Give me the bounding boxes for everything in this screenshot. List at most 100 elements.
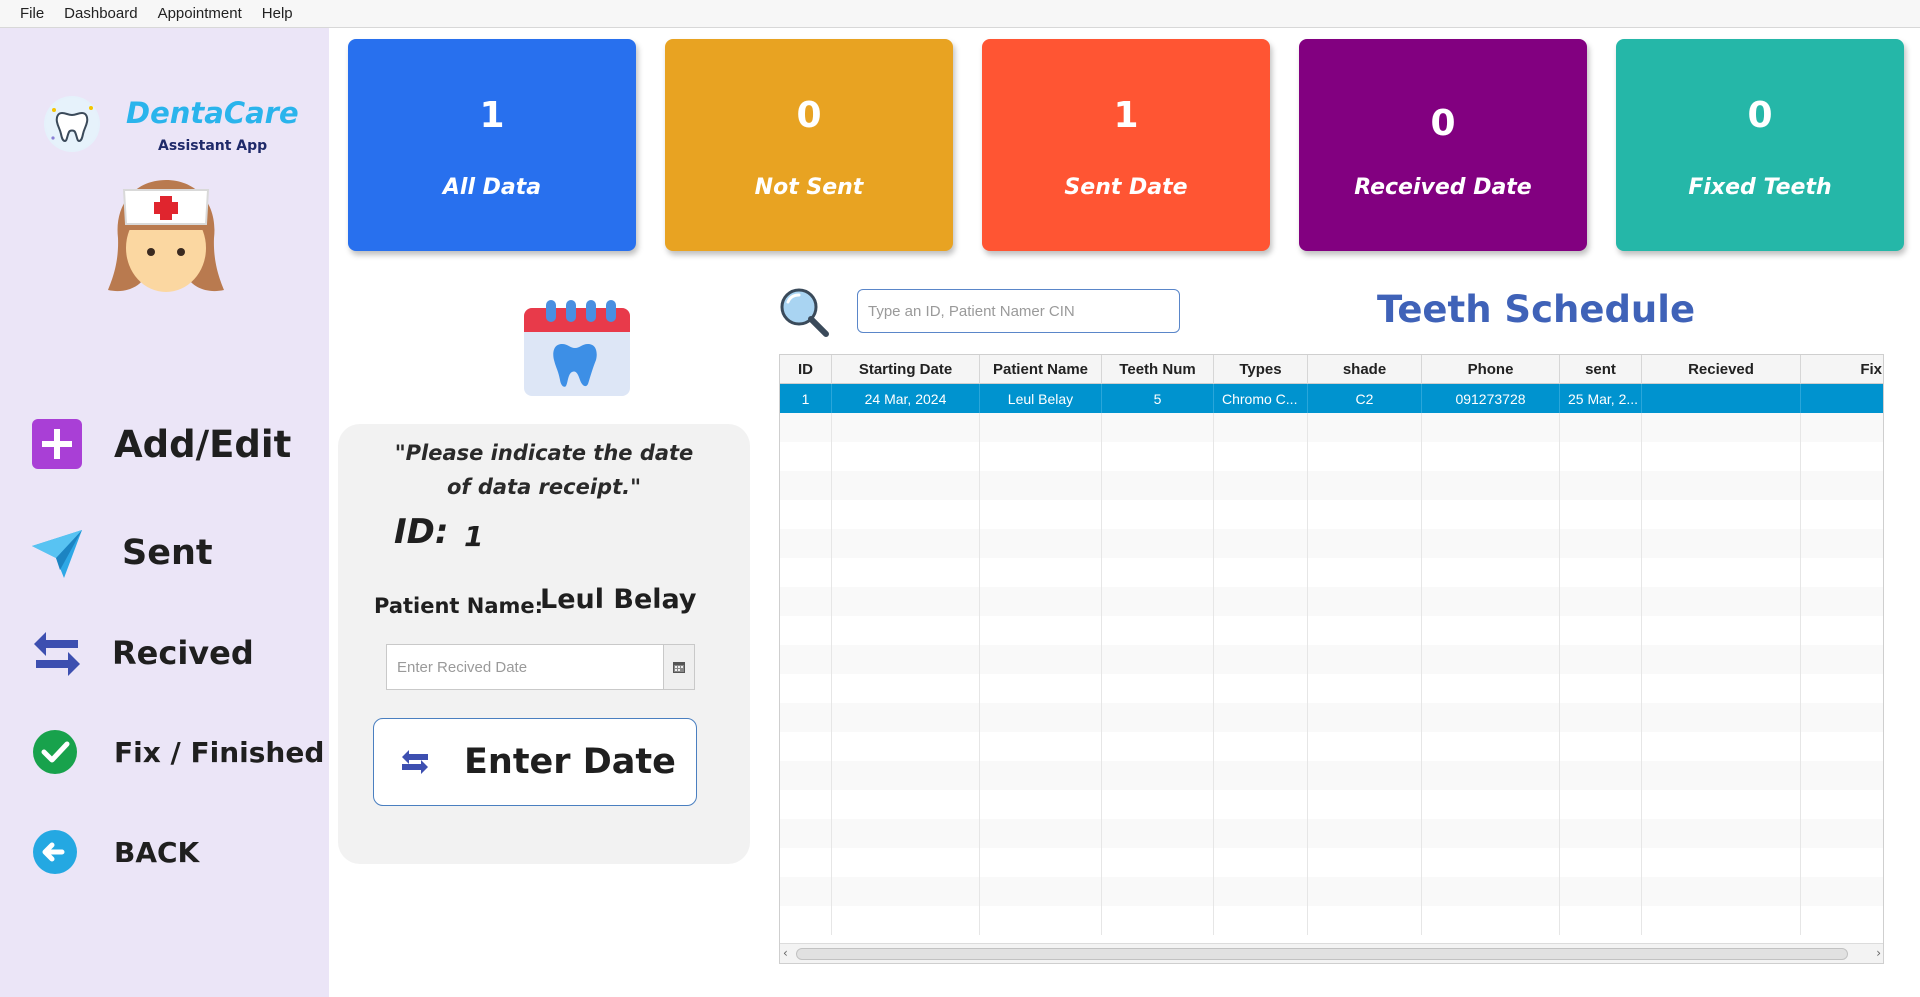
app-window: File Dashboard Appointment Help DentaCar… — [0, 0, 1920, 997]
table-cell — [1214, 761, 1308, 790]
sidebar-item-back[interactable]: BACK — [30, 822, 320, 882]
table-cell — [780, 819, 832, 848]
table-cell — [980, 906, 1102, 935]
table-cell — [1214, 587, 1308, 616]
table-cell — [780, 645, 832, 674]
table-cell — [1560, 906, 1642, 935]
sidebar-item-add-edit[interactable]: Add/Edit — [30, 414, 320, 474]
table-cell — [1102, 761, 1214, 790]
table-cell — [832, 616, 980, 645]
empty-table-row — [780, 645, 1883, 674]
table-cell — [1214, 877, 1308, 906]
table-cell — [832, 645, 980, 674]
horizontal-scrollbar[interactable]: ‹ › — [780, 943, 1883, 963]
column-header[interactable]: Patient Name — [980, 355, 1102, 384]
table-cell — [1560, 761, 1642, 790]
menu-file[interactable]: File — [10, 0, 54, 28]
table-cell — [1422, 442, 1560, 471]
card-received-date[interactable]: 0 Received Date — [1299, 39, 1587, 251]
enter-date-button[interactable]: Enter Date — [373, 718, 697, 806]
table-cell: 1 — [780, 384, 832, 413]
table-cell — [980, 819, 1102, 848]
id-label: ID: — [394, 512, 449, 552]
sidebar-item-recived[interactable]: Recived — [30, 623, 320, 683]
column-header[interactable]: Fix — [1801, 355, 1883, 384]
table-cell — [1214, 906, 1308, 935]
scrollbar-thumb[interactable] — [796, 948, 1848, 960]
column-header[interactable]: Recieved — [1642, 355, 1801, 384]
table-cell — [1642, 674, 1801, 703]
table-cell — [1214, 558, 1308, 587]
table-cell — [832, 587, 980, 616]
table-cell — [1560, 848, 1642, 877]
menu-dashboard[interactable]: Dashboard — [54, 0, 147, 28]
table-cell — [1801, 442, 1883, 471]
menu-appointment[interactable]: Appointment — [148, 0, 252, 28]
table-cell — [1102, 790, 1214, 819]
scroll-left-icon[interactable]: ‹ — [783, 946, 788, 960]
date-picker-button[interactable] — [663, 644, 695, 690]
column-header[interactable]: Starting Date — [832, 355, 980, 384]
card-sent-date[interactable]: 1 Sent Date — [982, 39, 1270, 251]
sidebar-item-sent[interactable]: Sent — [30, 523, 320, 583]
table-cell — [832, 703, 980, 732]
table-cell — [1422, 558, 1560, 587]
table-cell — [980, 790, 1102, 819]
column-header[interactable]: sent — [1560, 355, 1642, 384]
card-all-data[interactable]: 1 All Data — [348, 39, 636, 251]
table-cell — [832, 819, 980, 848]
table-cell — [1801, 703, 1883, 732]
table-cell — [1560, 442, 1642, 471]
column-header[interactable]: Phone — [1422, 355, 1560, 384]
table-cell — [1308, 848, 1422, 877]
card-not-sent[interactable]: 0 Not Sent — [665, 39, 953, 251]
menu-help[interactable]: Help — [252, 0, 303, 28]
table-cell — [1801, 819, 1883, 848]
table-cell: 24 Mar, 2024 — [832, 384, 980, 413]
table-cell: Leul Belay — [980, 384, 1102, 413]
card-label: Sent Date — [1064, 175, 1188, 200]
table-cell — [1102, 413, 1214, 442]
card-label: Not Sent — [754, 175, 864, 200]
table-cell — [1308, 558, 1422, 587]
table-cell — [1308, 616, 1422, 645]
table-cell — [1560, 587, 1642, 616]
table-cell — [1560, 732, 1642, 761]
search-input[interactable] — [857, 289, 1180, 333]
empty-table-row — [780, 819, 1883, 848]
column-header[interactable]: shade — [1308, 355, 1422, 384]
table-cell — [1422, 645, 1560, 674]
table-cell — [1214, 529, 1308, 558]
column-header[interactable]: ID — [780, 355, 832, 384]
table-cell: 25 Mar, 2... — [1560, 384, 1642, 413]
sidebar-item-fix-finished[interactable]: Fix / Finished — [30, 722, 324, 782]
table-cell — [1102, 645, 1214, 674]
table-cell: 091273728 — [1422, 384, 1560, 413]
table-cell — [1308, 703, 1422, 732]
table-cell — [832, 413, 980, 442]
table-cell — [1801, 906, 1883, 935]
card-fixed-teeth[interactable]: 0 Fixed Teeth — [1616, 39, 1904, 251]
table-cell — [1214, 616, 1308, 645]
card-count: 0 — [796, 95, 822, 136]
calendar-icon — [673, 662, 685, 673]
column-header[interactable]: Teeth Num — [1102, 355, 1214, 384]
table-cell — [832, 732, 980, 761]
table-cell — [1422, 413, 1560, 442]
received-date-input[interactable] — [386, 644, 666, 690]
column-header[interactable]: Types — [1214, 355, 1308, 384]
table-cell — [1308, 529, 1422, 558]
table-cell: Chromo C... — [1214, 384, 1308, 413]
table-cell — [1102, 819, 1214, 848]
menubar: File Dashboard Appointment Help — [0, 0, 1920, 28]
table-cell — [980, 500, 1102, 529]
table-cell — [1422, 587, 1560, 616]
brand-subtitle: Assistant App — [158, 138, 268, 154]
table-cell — [1642, 413, 1801, 442]
table-cell — [1560, 790, 1642, 819]
search-icon[interactable] — [778, 286, 830, 338]
scroll-right-icon[interactable]: › — [1876, 946, 1881, 960]
table-cell — [780, 500, 832, 529]
table-row[interactable]: 1 24 Mar, 2024 Leul Belay 5 Chromo C... … — [780, 384, 1883, 413]
table-cell — [1642, 529, 1801, 558]
